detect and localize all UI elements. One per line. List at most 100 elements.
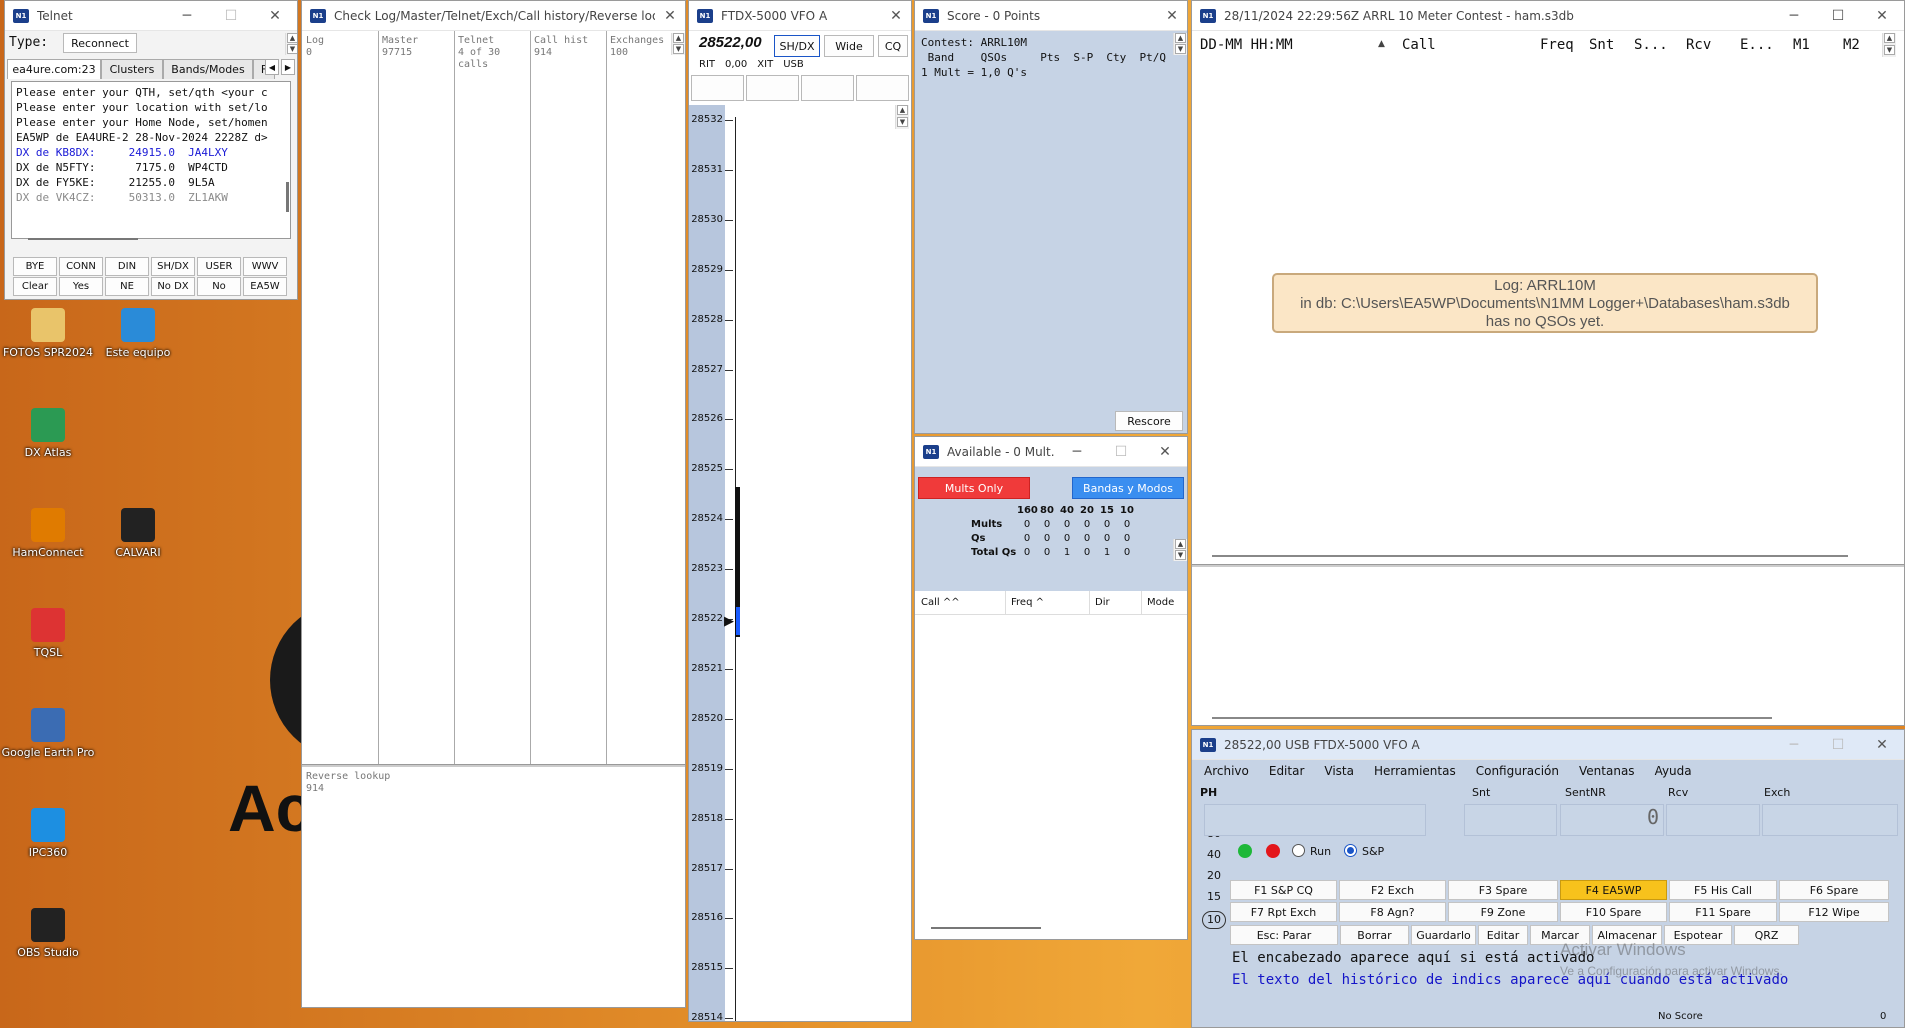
minimize-icon[interactable]: ─ [1772, 1, 1816, 31]
bandmap-spot-button-3[interactable] [801, 75, 854, 101]
telnet-macro-button[interactable]: USER [197, 257, 241, 276]
telnet-macro-button[interactable]: NE [105, 277, 149, 296]
rcv-input[interactable] [1666, 804, 1760, 836]
log-col-header[interactable]: DD-MM HH:MM [1200, 37, 1293, 53]
telnet-macro-button[interactable]: DIN [105, 257, 149, 276]
exch-input[interactable] [1762, 804, 1898, 836]
function-key-button[interactable]: F11 Spare [1669, 902, 1777, 922]
green-status-icon[interactable] [1238, 844, 1252, 858]
function-key-button[interactable]: F6 Spare [1779, 880, 1889, 900]
menu-item[interactable]: Ayuda [1655, 764, 1692, 778]
bandmap-spot-button-1[interactable] [691, 75, 744, 101]
menu-item[interactable]: Editar [1269, 764, 1305, 778]
check-titlebar[interactable]: N1 Check Log/Master/Telnet/Exch/Call his… [302, 1, 685, 31]
scroll-up-icon[interactable]: ▲ [673, 33, 684, 43]
action-button[interactable]: Editar [1478, 925, 1528, 945]
band-button[interactable]: 40 [1202, 848, 1226, 861]
telnet-macro-button[interactable]: SH/DX [151, 257, 195, 276]
telnet-tab[interactable]: ea4ure.com:23 [7, 59, 101, 79]
band-button[interactable]: 15 [1202, 890, 1226, 903]
scroll-down-icon[interactable]: ▼ [673, 44, 684, 54]
log-divider[interactable] [1192, 564, 1904, 567]
bandmap-spot-button-4[interactable] [856, 75, 909, 101]
mults-only-button[interactable]: Mults Only [918, 477, 1030, 499]
menu-item[interactable]: Archivo [1204, 764, 1249, 778]
telnet-scroll-thumb[interactable] [286, 182, 289, 212]
cq-button[interactable]: CQ [878, 35, 908, 57]
function-key-button[interactable]: F9 Zone [1448, 902, 1558, 922]
function-key-button[interactable]: F12 Wipe [1779, 902, 1889, 922]
function-key-button[interactable]: F7 Rpt Exch [1230, 902, 1337, 922]
log-col-header[interactable]: Freq [1540, 37, 1574, 53]
action-button[interactable]: QRZ [1734, 925, 1799, 945]
available-hscroll-thumb[interactable] [931, 927, 1041, 929]
score-titlebar[interactable]: N1 Score - 0 Points ✕ [915, 1, 1187, 31]
tab-right-icon[interactable]: ▶ [281, 59, 295, 75]
function-key-button[interactable]: F2 Exch [1339, 880, 1446, 900]
available-titlebar[interactable]: N1 Available - 0 Mult... ─ ☐ ✕ [915, 437, 1187, 467]
maximize-icon[interactable]: ☐ [1816, 1, 1860, 31]
desktop-icon[interactable]: Google Earth Pro [0, 708, 96, 759]
desktop-icon[interactable]: FOTOS SPR2024 [0, 308, 96, 359]
snt-input[interactable] [1464, 804, 1557, 836]
close-icon[interactable]: ✕ [253, 1, 297, 31]
avail-col-header[interactable]: Call ^^ [921, 597, 960, 608]
telnet-macro-button[interactable]: No DX [151, 277, 195, 296]
telnet-tab[interactable]: Clusters [101, 59, 163, 79]
menu-item[interactable]: Herramientas [1374, 764, 1456, 778]
function-key-button[interactable]: F4 EA5WP [1560, 880, 1667, 900]
rescore-button[interactable]: Rescore [1115, 411, 1183, 431]
telnet-tab[interactable]: Bands/Modes [163, 59, 253, 79]
minimize-icon[interactable]: ─ [1772, 730, 1816, 760]
telnet-macro-button[interactable]: EA5W [243, 277, 287, 296]
scroll-down-icon[interactable]: ▼ [1175, 44, 1186, 54]
scroll-up-icon[interactable]: ▲ [897, 105, 908, 115]
log-col-header[interactable]: M2 [1843, 37, 1860, 53]
telnet-macro-button[interactable]: Yes [59, 277, 103, 296]
menu-item[interactable]: Ventanas [1579, 764, 1635, 778]
telnet-macro-button[interactable]: No [197, 277, 241, 296]
telnet-hscroll-thumb[interactable] [28, 238, 138, 240]
bandmap-spot-button-2[interactable] [746, 75, 799, 101]
scroll-up-icon[interactable]: ▲ [1175, 539, 1186, 549]
red-status-icon[interactable] [1266, 844, 1280, 858]
log-col-header[interactable]: Call [1402, 37, 1436, 53]
close-icon[interactable]: ✕ [1860, 1, 1904, 31]
close-icon[interactable]: ✕ [1143, 437, 1187, 467]
scroll-down-icon[interactable]: ▼ [897, 117, 908, 127]
minimize-icon[interactable]: ─ [1055, 437, 1099, 467]
band-button[interactable]: 10 [1202, 911, 1226, 929]
telnet-macro-button[interactable]: WWV [243, 257, 287, 276]
log-titlebar[interactable]: N1 28/11/2024 22:29:56Z ARRL 10 Meter Co… [1192, 1, 1904, 31]
reconnect-button[interactable]: Reconnect [63, 33, 137, 53]
log-hscroll-thumb-2[interactable] [1212, 717, 1772, 719]
log-col-header[interactable]: Snt [1589, 37, 1614, 53]
function-key-button[interactable]: F5 His Call [1669, 880, 1777, 900]
avail-col-header[interactable]: Mode [1147, 597, 1174, 608]
function-key-button[interactable]: F3 Spare [1448, 880, 1558, 900]
run-radio[interactable] [1292, 844, 1305, 857]
telnet-macro-button[interactable]: Clear [13, 277, 57, 296]
scroll-down-icon[interactable]: ▼ [1884, 45, 1895, 55]
tab-left-icon[interactable]: ◀ [265, 59, 279, 75]
scroll-up-icon[interactable]: ▲ [287, 33, 297, 43]
menu-item[interactable]: Vista [1324, 764, 1354, 778]
action-button[interactable]: Guardarlo [1411, 925, 1476, 945]
log-col-header[interactable]: M1 [1793, 37, 1810, 53]
telnet-macro-button[interactable]: CONN [59, 257, 103, 276]
bandmap-titlebar[interactable]: N1 FTDX-5000 VFO A ✕ [689, 1, 911, 31]
wide-button[interactable]: Wide [824, 35, 874, 57]
desktop-icon[interactable]: HamConnect [0, 508, 96, 559]
scroll-down-icon[interactable]: ▼ [1175, 550, 1186, 560]
function-key-button[interactable]: F10 Spare [1560, 902, 1667, 922]
scroll-down-icon[interactable]: ▼ [287, 44, 297, 54]
telnet-macro-button[interactable]: BYE [13, 257, 57, 276]
desktop-icon[interactable]: OBS Studio [0, 908, 96, 959]
telnet-output[interactable]: Please enter your QTH, set/qth <your c Pl… [11, 81, 291, 240]
close-icon[interactable]: ✕ [655, 1, 685, 31]
menu-item[interactable]: Configuración [1476, 764, 1559, 778]
close-icon[interactable]: ✕ [1157, 1, 1187, 31]
desktop-icon[interactable]: IPC360 [0, 808, 96, 859]
desktop-icon[interactable]: TQSL [0, 608, 96, 659]
call-input[interactable] [1204, 804, 1426, 836]
